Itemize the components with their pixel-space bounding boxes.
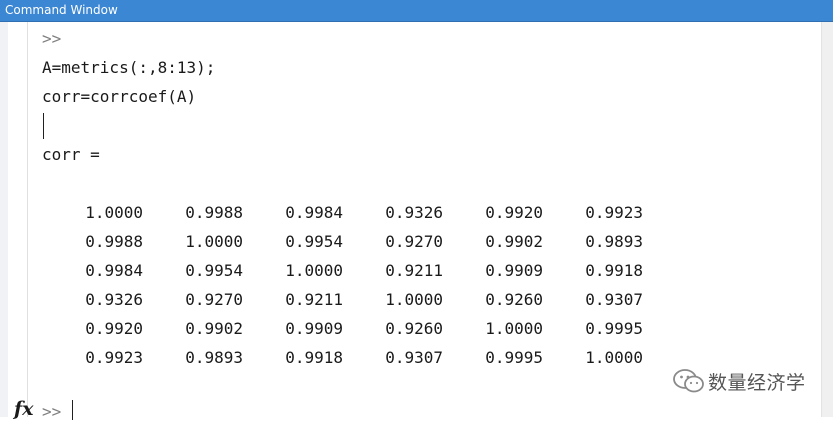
- window-title: Command Window: [5, 3, 118, 17]
- matrix-cell: 0.9893: [185, 348, 243, 367]
- matrix-cell: 0.9902: [185, 319, 243, 338]
- matrix-cell: 0.9918: [585, 261, 643, 280]
- watermark-text: 数量经济学: [708, 371, 806, 394]
- command-prompt: >>: [42, 402, 62, 421]
- matrix-cell: 0.9893: [585, 232, 643, 251]
- matrix-cell: 0.9326: [85, 290, 143, 309]
- matrix-cell: 0.9995: [485, 348, 543, 367]
- matrix-cell: 0.9270: [185, 290, 243, 309]
- matrix-cell: 0.9954: [285, 232, 343, 251]
- vertical-scrollbar[interactable]: [821, 22, 833, 417]
- matrix-cell: 0.9909: [285, 319, 343, 338]
- left-margin: [0, 22, 8, 417]
- command-line-2: corr=corrcoef(A): [42, 87, 197, 106]
- output-label: corr =: [42, 145, 100, 164]
- matrix-cell: 0.9923: [585, 203, 643, 222]
- matrix-cell: 0.9920: [85, 319, 143, 338]
- wechat-watermark: 数量经济学: [672, 366, 806, 396]
- matrix-cell: 0.9307: [385, 348, 443, 367]
- matrix-cell: 1.0000: [285, 261, 343, 280]
- matrix-cell: 0.9984: [285, 203, 343, 222]
- matrix-cell: 0.9918: [285, 348, 343, 367]
- matrix-cell: 0.9326: [385, 203, 443, 222]
- gutter-divider: [27, 22, 28, 417]
- matrix-cell: 0.9307: [585, 290, 643, 309]
- matrix-cell: 1.0000: [85, 203, 143, 222]
- matrix-cell: 0.9902: [485, 232, 543, 251]
- matrix-cell: 0.9954: [185, 261, 243, 280]
- matrix-cell: 1.0000: [485, 319, 543, 338]
- command-input-caret[interactable]: [72, 400, 73, 420]
- matrix-cell: 0.9984: [85, 261, 143, 280]
- matrix-cell: 0.9211: [385, 261, 443, 280]
- matrix-cell: 0.9988: [85, 232, 143, 251]
- matrix-cell: 0.9211: [285, 290, 343, 309]
- previous-prompt: >>: [42, 29, 62, 48]
- command-line-1: A=metrics(:,8:13);: [42, 58, 216, 77]
- matrix-cell: 0.9260: [485, 290, 543, 309]
- command-window-titlebar: Command Window: [0, 0, 833, 22]
- matrix-cell: 0.9920: [485, 203, 543, 222]
- text-caret: [43, 113, 44, 139]
- matrix-cell: 0.9988: [185, 203, 243, 222]
- matrix-cell: 1.0000: [385, 290, 443, 309]
- wechat-logo-icon: [673, 369, 704, 393]
- matrix-cell: 0.9909: [485, 261, 543, 280]
- matrix-cell: 0.9270: [385, 232, 443, 251]
- matrix-cell: 0.9995: [585, 319, 643, 338]
- matrix-cell: 0.9260: [385, 319, 443, 338]
- matrix-cell: 1.0000: [585, 348, 643, 367]
- matrix-cell: 1.0000: [185, 232, 243, 251]
- matrix-cell: 0.9923: [85, 348, 143, 367]
